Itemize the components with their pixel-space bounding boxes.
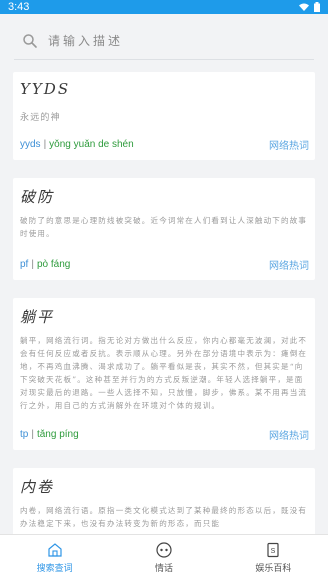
word-meta: pf | pò fáng [20,259,70,270]
home-icon [48,542,62,557]
status-icons [299,2,320,12]
svg-text:S: S [271,548,276,555]
tab-label: 情话 [154,563,173,574]
word-abbreviation: pf [20,259,29,270]
search-icon [23,33,37,48]
word-title: YYDS [20,80,71,98]
battery-icon [314,2,320,12]
word-pinyin: yǒng yuǎn de shén [49,139,134,150]
bottom-tab-bar: 搜索查词 情话 S 娱乐百科 [0,534,328,579]
status-bar: 3:43 [0,0,328,14]
wifi-icon [299,3,309,11]
word-list: YYDS 永远的神 yyds | yǒng yuǎn de shén 网络热词 破防… [0,72,328,534]
word-pinyin: tǎng píng [36,429,79,440]
tab-label: 搜索查词 [36,563,73,574]
word-category: 网络热词 [269,141,309,152]
word-meta: yyds | yǒng yuǎn de shén [20,139,134,150]
tab-label: 娱乐百科 [255,563,292,574]
status-time: 3:43 [8,1,30,13]
card-footer: pf | pò fáng 网络热词 [20,257,309,272]
word-title: 内卷 [20,478,55,496]
chat-icon [156,541,172,558]
word-description: 躺平，网络流行词。指无论对方做出什么反应，你内心都毫无波澜，对此不会有任何反应或… [20,336,308,410]
tab-search[interactable]: 搜索查词 [0,535,109,579]
separator: | [31,429,34,440]
tab-encyclopedia[interactable]: S 娱乐百科 [219,535,328,579]
word-meta: tp | tǎng píng [20,429,79,440]
word-title: 躺平 [20,308,55,326]
word-description: 内卷，网络流行语。原指一类文化模式达到了某种最终的形态以后，既没有办法稳定下来，… [20,506,308,528]
card-footer: yyds | yǒng yuǎn de shén 网络热词 [20,137,309,152]
separator: | [31,259,34,270]
word-description: 永远的神 [20,113,61,123]
word-card[interactable]: 内卷 内卷，网络流行语。原指一类文化模式达到了某种最终的形态以后，既没有办法稳定… [13,468,315,534]
card-footer: tp | tǎng píng 网络热词 [20,427,309,442]
word-card[interactable]: 破防 破防了的意思是心理防线被突破。近今词常在人们看到让人深触动下的故事时使用。… [13,178,315,280]
book-icon: S [267,542,279,557]
word-abbreviation: tp [20,429,29,440]
word-card[interactable]: YYDS 永远的神 yyds | yǒng yuǎn de shén 网络热词 [13,72,315,160]
separator: | [43,139,47,150]
word-description: 破防了的意思是心理防线被突破。近今词常在人们看到让人深触动下的故事时使用。 [20,216,308,238]
word-category: 网络热词 [269,261,309,272]
word-abbreviation: yyds [20,139,41,150]
word-card[interactable]: 躺平 躺平，网络流行词。指无论对方做出什么反应，你内心都毫无波澜，对此不会有任何… [13,298,315,450]
search-input[interactable] [48,33,288,48]
search-bar [0,14,328,72]
search-box[interactable] [14,22,314,60]
word-pinyin: pò fáng [36,259,71,270]
tab-love-words[interactable]: 情话 [109,535,218,579]
word-title: 破防 [20,188,55,206]
word-category: 网络热词 [269,431,309,442]
